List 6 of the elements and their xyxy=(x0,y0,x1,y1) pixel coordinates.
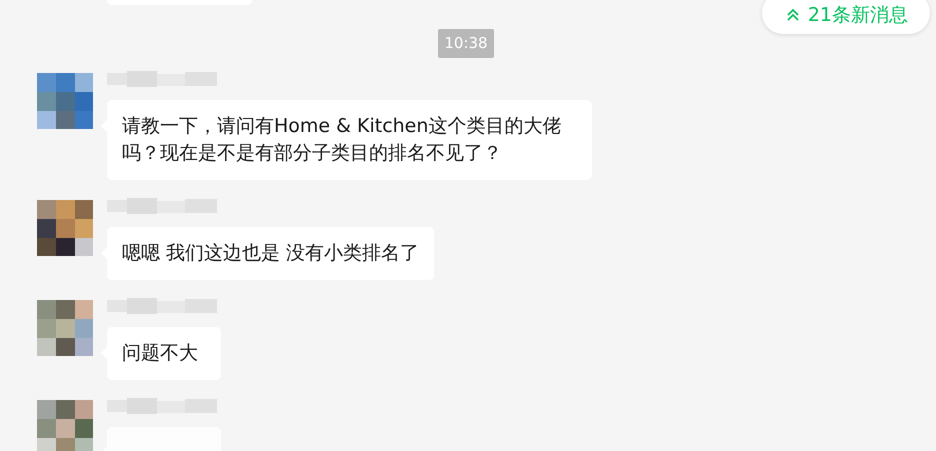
message-text: 问题不大 xyxy=(122,342,198,364)
message-text: 请教一下，请问有Home & Kitchen这个类目的大佬吗？现在是不是有部分子类目的排名不见了？ xyxy=(122,115,562,164)
new-messages-button[interactable]: 21条新消息 xyxy=(762,0,930,34)
timestamp: 10:38 xyxy=(438,29,494,58)
double-chevron-up-icon xyxy=(786,8,800,22)
message-text: 嗯嗯 我们这边也是 没有小类排名了 xyxy=(122,242,420,264)
